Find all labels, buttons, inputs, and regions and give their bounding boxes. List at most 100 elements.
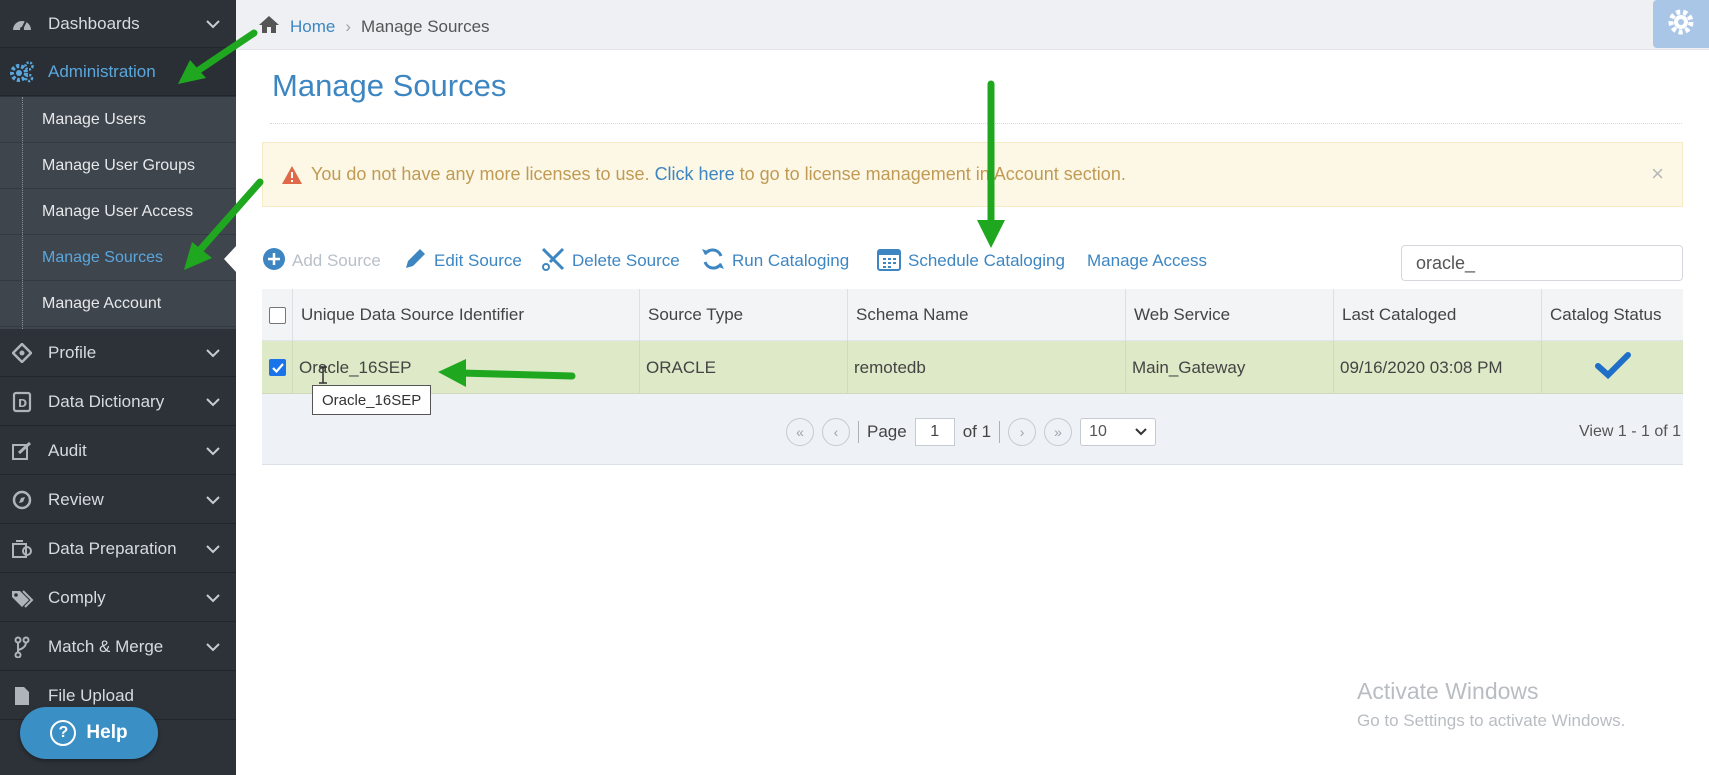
license-alert: You do not have any more licenses to use…	[262, 142, 1683, 207]
source-type-cell: ORACLE	[640, 341, 848, 394]
search-input[interactable]	[1401, 245, 1683, 281]
tags-icon	[10, 588, 34, 608]
sidebar-item-manage-user-groups[interactable]: Manage User Groups	[0, 143, 236, 189]
nav-label: Administration	[48, 61, 156, 81]
settings-button[interactable]	[1653, 0, 1709, 48]
submenu-label: Manage Account	[42, 294, 162, 312]
breadcrumb-current: Manage Sources	[361, 16, 490, 36]
chevron-down-icon	[206, 588, 220, 608]
nav-label: Profile	[48, 342, 97, 362]
svg-text:D: D	[18, 397, 27, 410]
column-header[interactable]: Last Cataloged	[1334, 289, 1542, 341]
watermark-subtitle: Go to Settings to activate Windows.	[1357, 711, 1626, 730]
review-icon	[10, 490, 34, 510]
manage-access-label: Manage Access	[1087, 251, 1208, 270]
submenu-label: Manage User Groups	[42, 156, 195, 174]
nav-audit[interactable]: Audit	[0, 427, 236, 475]
breadcrumb-home-link[interactable]: Home	[290, 17, 335, 37]
column-header[interactable]: Schema Name	[848, 289, 1126, 341]
run-cataloging-button[interactable]: Run Cataloging	[700, 242, 849, 280]
data-dictionary-icon: D	[10, 391, 34, 413]
run-cataloging-label: Run Cataloging	[732, 251, 850, 270]
nav-administration[interactable]: Administration	[0, 48, 236, 96]
watermark-title: Activate Windows	[1357, 678, 1539, 704]
active-item-notch	[224, 245, 237, 273]
page-number-input[interactable]: 1	[914, 418, 955, 446]
web-service-cell: Main_Gateway	[1126, 341, 1334, 394]
license-link[interactable]: Click here	[655, 164, 735, 185]
nav-profile[interactable]: Profile	[0, 329, 236, 377]
nav-match-merge[interactable]: Match & Merge	[0, 623, 236, 671]
prev-page-icon[interactable]: ‹	[822, 418, 850, 446]
chevron-down-icon	[206, 441, 220, 461]
top-bar: Home › Manage Sources	[236, 0, 1709, 50]
nav-label: File Upload	[48, 685, 134, 705]
edit-source-label: Edit Source	[434, 251, 522, 270]
last-page-icon[interactable]: »	[1044, 418, 1073, 446]
nav-comply[interactable]: Comply	[0, 574, 236, 622]
schedule-cataloging-label: Schedule Cataloging	[908, 251, 1065, 270]
delete-source-button[interactable]: Delete Source	[540, 242, 680, 280]
column-header[interactable]: Unique Data Source Identifier	[293, 289, 640, 341]
identifier-tooltip: Oracle_16SEP	[312, 385, 432, 415]
sidebar-item-manage-sources[interactable]: Manage Sources	[0, 235, 236, 281]
select-all-cell	[262, 289, 293, 341]
nav-dashboards[interactable]: Dashboards	[0, 0, 236, 48]
table-row[interactable]: Oracle_16SEP ORACLE remotedb Main_Gatewa…	[262, 341, 1683, 394]
chevron-down-icon	[206, 539, 220, 559]
sidebar-item-manage-users[interactable]: Manage Users	[0, 97, 236, 143]
page-size-select[interactable]: 10	[1080, 418, 1157, 446]
page-title: Manage Sources	[272, 68, 507, 103]
nav-label: Data Preparation	[48, 538, 177, 558]
file-icon	[10, 686, 34, 706]
sidebar-item-manage-user-access[interactable]: Manage User Access	[0, 189, 236, 235]
last-cataloged-cell: 09/16/2020 03:08 PM	[1334, 341, 1542, 394]
pager-divider	[858, 421, 859, 443]
pencil-icon	[402, 246, 428, 277]
chevron-down-icon	[206, 392, 220, 412]
toolbar: Add Source Edit Source Delete Source Run…	[262, 242, 1262, 280]
column-header[interactable]: Catalog Status	[1542, 289, 1683, 341]
submenu-label: Manage User Access	[42, 202, 194, 220]
nav-label: Data Dictionary	[48, 391, 165, 411]
nav-data-preparation[interactable]: Data Preparation	[0, 525, 236, 573]
nav-label: Comply	[48, 587, 106, 607]
activation-watermark: Activate Windows Go to Settings to activ…	[1357, 678, 1625, 731]
help-button[interactable]: ? Help	[20, 707, 158, 759]
chevron-down-icon	[206, 637, 220, 657]
first-page-icon[interactable]: «	[786, 418, 814, 446]
breadcrumb: Home › Manage Sources	[258, 14, 490, 39]
plus-circle-icon	[262, 247, 286, 276]
nav-label: Match & Merge	[48, 636, 164, 656]
edit-source-button[interactable]: Edit Source	[402, 242, 522, 280]
manage-access-button[interactable]: Manage Access	[1087, 242, 1207, 280]
chevron-down-icon	[206, 343, 220, 363]
schedule-cataloging-button[interactable]: Schedule Cataloging	[876, 242, 1065, 280]
view-info: View 1 - 1 of 1	[1579, 423, 1681, 440]
nav-review[interactable]: Review	[0, 476, 236, 524]
title-divider	[270, 123, 1682, 124]
close-icon[interactable]: ×	[1651, 161, 1664, 187]
profile-icon	[10, 342, 34, 363]
administration-submenu: Manage Users Manage User Groups Manage U…	[0, 97, 236, 329]
column-header[interactable]: Web Service	[1126, 289, 1334, 341]
add-source-button[interactable]: Add Source	[262, 242, 381, 280]
warning-icon	[281, 165, 303, 185]
question-icon: ?	[50, 720, 77, 746]
next-page-icon[interactable]: ›	[1008, 418, 1037, 446]
row-checkbox[interactable]	[269, 359, 286, 376]
chevron-down-icon	[206, 490, 220, 510]
calendar-icon	[876, 246, 902, 277]
help-label: Help	[86, 722, 128, 743]
home-icon[interactable]	[258, 14, 280, 39]
schema-cell: remotedb	[848, 341, 1126, 394]
scissors-icon	[540, 246, 566, 277]
pagination: « ‹ Page 1 of 1 › » 10	[786, 417, 1157, 447]
page-of-label: of 1	[962, 422, 992, 441]
sidebar-item-manage-account[interactable]: Manage Account	[0, 281, 236, 327]
nav-data-dictionary[interactable]: D Data Dictionary	[0, 378, 236, 426]
breadcrumb-separator-icon: ›	[345, 16, 352, 36]
select-all-checkbox[interactable]	[269, 306, 286, 324]
pager-divider	[999, 421, 1001, 443]
column-header[interactable]: Source Type	[640, 289, 848, 341]
